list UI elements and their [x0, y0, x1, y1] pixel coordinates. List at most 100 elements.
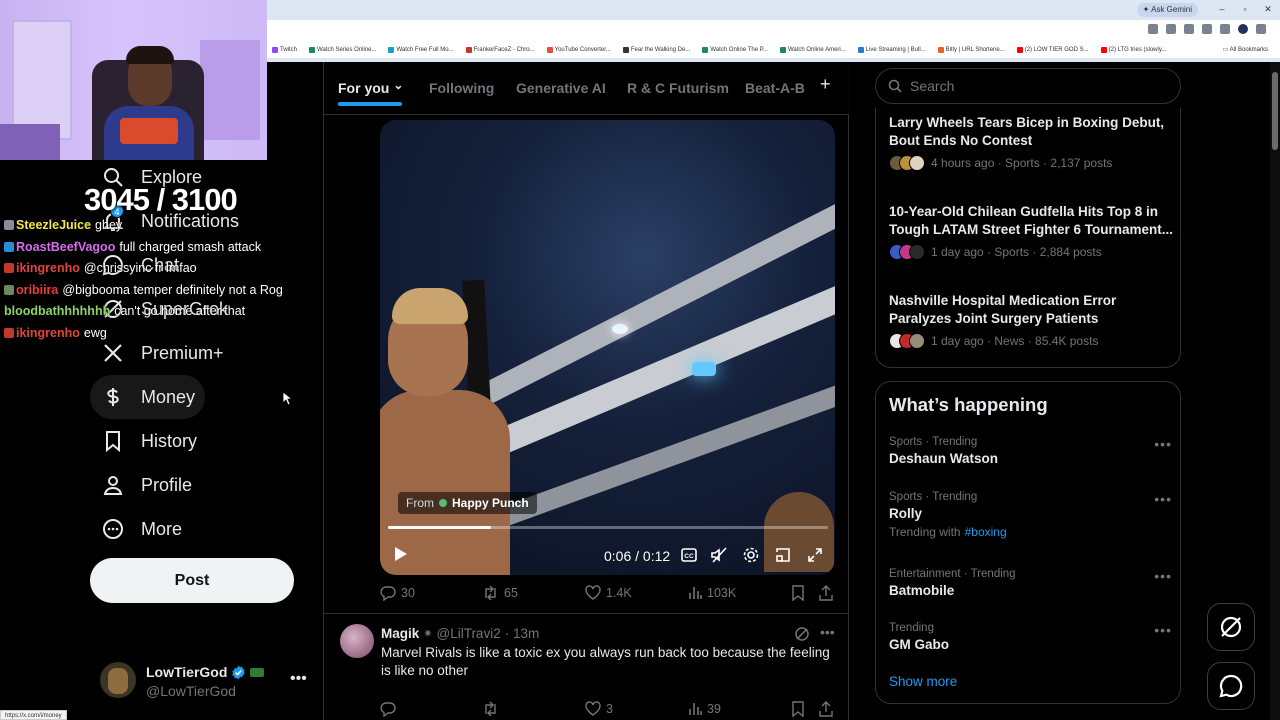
webcam-hair — [126, 46, 174, 64]
fullscreen-icon[interactable] — [806, 546, 824, 564]
nav-item-more[interactable]: More — [90, 507, 192, 551]
trend-item[interactable]: Sports · Trending Deshaun Watson ••• — [889, 436, 1174, 466]
grok-icon — [1220, 616, 1242, 638]
scrollbar-thumb[interactable] — [1272, 72, 1278, 150]
settings-gear-icon[interactable] — [742, 546, 760, 564]
ask-gemini-button[interactable]: ✦ Ask Gemini — [1136, 3, 1198, 17]
bookmark-favicon-icon — [272, 47, 278, 53]
bookmark-button[interactable] — [792, 585, 804, 601]
maximize-button[interactable]: ▫ — [1238, 4, 1252, 14]
nav-item-history[interactable]: History — [90, 419, 207, 463]
search-input[interactable] — [910, 78, 1150, 94]
trend-more-icon[interactable]: ••• — [1154, 568, 1172, 584]
news-avatars — [889, 244, 925, 260]
add-tab-icon[interactable]: + — [820, 74, 831, 95]
news-item[interactable]: Larry Wheels Tears Bicep in Boxing Debut… — [889, 114, 1174, 171]
nav-item-money[interactable]: Money — [90, 375, 206, 419]
reply-button[interactable]: 30 — [380, 585, 415, 601]
trend-item[interactable]: Trending GM Gabo ••• — [889, 622, 1174, 652]
nav-item-label: History — [141, 430, 198, 451]
mute-icon[interactable] — [710, 546, 728, 564]
play-icon[interactable] — [394, 546, 408, 562]
tab-r-c-futurism[interactable]: R & C Futurism — [627, 62, 729, 114]
tab-beat-a-b[interactable]: Beat-A-B — [745, 62, 805, 114]
sidebar-icon[interactable] — [1220, 24, 1230, 34]
trend-item[interactable]: Sports · Trending Rolly Trending with #boxi… — [889, 491, 1174, 539]
like-button[interactable]: 3 — [585, 701, 613, 716]
bookmark-item[interactable]: YouTube Converter... — [546, 47, 611, 53]
bookmark-button[interactable] — [792, 701, 804, 717]
messages-fab[interactable] — [1207, 662, 1255, 710]
page-scrollbar[interactable] — [1270, 62, 1280, 720]
trend-more-icon[interactable]: ••• — [1154, 622, 1172, 638]
trend-more-icon[interactable]: ••• — [1154, 491, 1172, 507]
extensions-icon[interactable] — [1202, 24, 1212, 34]
minimize-button[interactable]: – — [1215, 4, 1229, 14]
trend-name: Batmobile — [889, 583, 955, 598]
star-icon[interactable] — [1184, 24, 1194, 34]
news-item[interactable]: 10-Year-Old Chilean Gudfella Hits Top 8 … — [889, 203, 1174, 260]
post-author-name[interactable]: Magik — [381, 626, 419, 641]
like-button[interactable]: 1.4K — [585, 585, 632, 600]
avatar[interactable] — [340, 624, 374, 658]
avatar — [909, 244, 925, 260]
post-author-handle[interactable]: @LilTravi2 — [436, 626, 500, 641]
chat-badge-icon — [4, 284, 14, 295]
post-card[interactable]: Magik ✷ @LilTravi2 · 13m ••• Marvel Riva… — [324, 614, 849, 720]
nav-item-profile[interactable]: Profile — [90, 463, 202, 507]
share-button[interactable] — [819, 701, 833, 717]
share-icon — [819, 585, 833, 601]
tab-generative-ai[interactable]: Generative AI — [516, 62, 606, 114]
bookmark-item[interactable]: Watch Series Online... — [309, 47, 376, 53]
bookmark-favicon-icon — [1016, 47, 1023, 53]
trend-hashtag-link[interactable]: #boxing — [965, 525, 1007, 539]
main-feed: For you ⌄ Following Generative AI R & C Futu… — [323, 62, 849, 720]
bookmark-item[interactable]: (2) LOW TIER GOD S... — [1016, 47, 1089, 53]
video-progress-bar[interactable] — [388, 526, 828, 529]
video-source-pill[interactable]: From Happy Punch — [398, 492, 537, 514]
views-button[interactable]: 39 — [688, 701, 721, 716]
account-switcher[interactable]: LowTierGod @LowTierGod ••• — [100, 662, 310, 702]
bookmark-item[interactable]: Watch Online The P... — [702, 47, 768, 53]
like-count: 1.4K — [606, 585, 632, 600]
tab-following[interactable]: Following — [429, 62, 494, 114]
captions-icon[interactable]: CC — [680, 546, 698, 564]
chat-message: SteezleJuice ghey — [4, 218, 320, 232]
bookmark-item[interactable]: Watch Free Full Mo... — [388, 47, 454, 53]
reply-button[interactable] — [380, 701, 401, 717]
bookmark-item[interactable]: Twitch — [272, 47, 297, 53]
share-button[interactable] — [819, 585, 833, 601]
menu-icon[interactable] — [1256, 24, 1266, 34]
trend-item[interactable]: Entertainment · Trending Batmobile ••• — [889, 568, 1174, 598]
profile-avatar-icon[interactable] — [1238, 24, 1248, 34]
bookmark-item[interactable]: Watch Online Ameri... — [779, 47, 846, 53]
news-item[interactable]: Nashville Hospital Medication Error Para… — [889, 292, 1174, 349]
chat-username: RoastBeefVagoo — [16, 239, 116, 254]
bookmark-item[interactable]: Bitly | URL Shortene... — [937, 47, 1005, 53]
cast-icon[interactable] — [1166, 24, 1176, 34]
zoom-icon[interactable] — [1148, 24, 1158, 34]
ask-gemini-label: Ask Gemini — [1151, 5, 1192, 14]
repost-button[interactable]: 65 — [482, 585, 518, 601]
bookmark-item[interactable]: Fear the Walking De... — [622, 47, 690, 53]
tab-for-you[interactable]: For you ⌄ — [338, 62, 403, 114]
post-time[interactable]: · 13m — [505, 626, 540, 641]
bookmark-item[interactable]: (2) LTG tries (slowly... — [1100, 47, 1166, 53]
pip-icon[interactable] — [774, 546, 792, 564]
grok-fab[interactable] — [1207, 603, 1255, 651]
grok-icon[interactable] — [794, 626, 810, 642]
bookmark-item[interactable]: Live Streaming | Bull... — [857, 47, 926, 53]
more-icon[interactable]: ••• — [290, 670, 307, 688]
post-more-icon[interactable]: ••• — [820, 624, 835, 640]
bookmark-item[interactable]: FrankerFaceZ - Chro... — [465, 47, 535, 53]
post-button[interactable]: Post — [90, 558, 294, 603]
close-window-button[interactable]: ✕ — [1261, 4, 1275, 15]
all-bookmarks[interactable]: ▭ All Bookmarks — [1223, 46, 1268, 53]
nav-item-label: More — [141, 518, 183, 539]
views-button[interactable]: 103K — [688, 585, 736, 600]
search-box[interactable] — [875, 68, 1181, 104]
repost-button[interactable] — [482, 701, 504, 717]
webcam-background-panel — [12, 20, 72, 140]
trend-more-icon[interactable]: ••• — [1154, 436, 1172, 452]
show-more-link[interactable]: Show more — [889, 674, 957, 689]
